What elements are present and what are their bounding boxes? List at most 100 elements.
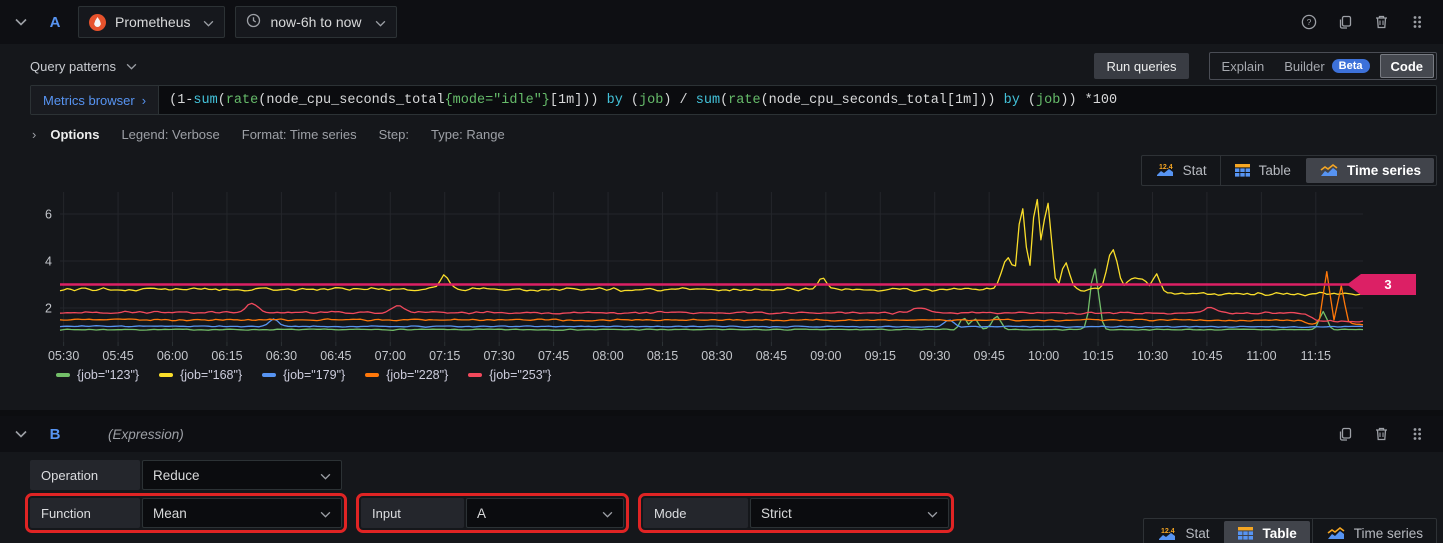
series-line-3 [59,270,1364,326]
mode-label: Mode [643,498,748,528]
builder-toggle[interactable]: Builder Beta [1274,54,1379,78]
datasource-picker[interactable]: Prometheus [78,6,226,38]
view-toggle-timeseries[interactable]: Time series [1305,157,1434,183]
expr-token: sum [695,92,721,108]
legend-swatch [56,373,70,377]
y-axis-label: 4 [45,255,52,269]
legend-item[interactable]: {job="253"} [468,368,551,382]
delete-icon[interactable] [1371,424,1391,444]
legend-label: {job="179"} [283,368,346,382]
operation-field-row: Operation Reduce [25,460,1437,490]
prometheus-icon [89,13,106,31]
operation-label: Operation [30,460,140,490]
query-a-actions: ? [1299,12,1433,32]
function-label: Function [30,498,140,528]
view-toggle-stat[interactable]: 12.4 Stat [1144,519,1222,543]
query-ref-id: A [49,13,61,31]
help-icon[interactable]: ? [1299,12,1319,32]
x-axis-label: 10:00 [1028,349,1059,363]
legend-item[interactable]: {job="228"} [365,368,448,382]
options-legend-summary: Legend: Verbose [121,126,220,142]
promql-expression[interactable]: (1- sum(rate(node_cpu_seconds_total {mode=… [159,86,1436,114]
query-box: Metrics browser › (1- sum(rate(node_cpu_s… [30,85,1437,115]
metrics-browser-link[interactable]: Metrics browser › [31,86,160,114]
chevron-down-icon [320,468,331,483]
input-value: A [477,505,487,521]
input-select[interactable]: A [466,498,624,528]
x-axis-label: 06:15 [211,349,242,363]
beta-badge: Beta [1331,59,1370,73]
expr-token: by [606,92,623,108]
chevron-down-icon [320,506,331,521]
time-range-picker[interactable]: now-6h to now [235,6,397,38]
view-toggle-timeseries[interactable]: Time series [1311,519,1436,543]
view-toggle-table[interactable]: Table [1219,155,1304,185]
explain-toggle[interactable]: Explain [1212,54,1275,78]
expression-subtitle: (Expression) [108,426,184,442]
timeseries-chart: 2 4 6 05:30 05:45 06:00 06:15 06:30 06:45 07:00 07… [45,192,1416,363]
legend-item[interactable]: {job="123"} [56,368,139,382]
collapse-chevron-icon[interactable] [10,423,32,445]
view-toggle-table[interactable]: Table [1224,521,1310,543]
expr-token: ( [720,92,729,108]
collapse-chevron-icon[interactable] [10,11,32,33]
x-axis-label: 08:15 [647,349,678,363]
options-label: Options [50,126,100,142]
chevron-down-icon [203,14,214,30]
x-axis-label: 09:30 [919,349,950,363]
expr-token: ( [1019,92,1037,108]
x-axis-label: 06:45 [320,349,351,363]
mode-select[interactable]: Strict [750,498,949,528]
mode-field-highlighted: Mode Strict [638,493,954,533]
expr-token: [1m])) [549,92,607,108]
legend-label: {job="123"} [77,368,140,382]
view-mode-toggle: 12.4 Stat Table Time series [1143,518,1437,543]
chevron-down-icon [375,14,386,30]
x-axis-label: 05:30 [48,349,79,363]
duplicate-icon[interactable] [1335,424,1355,444]
input-field-highlighted: Input A [356,493,629,533]
run-queries-button[interactable]: Run queries [1094,53,1189,79]
legend-item[interactable]: {job="179"} [262,368,345,382]
code-toggle[interactable]: Code [1379,54,1434,78]
x-axis-label: 06:30 [266,349,297,363]
legend-swatch [159,373,174,377]
builder-label: Builder [1284,58,1325,74]
x-axis-label: 11:00 [1246,349,1276,363]
x-axis-label: 10:45 [1191,349,1222,363]
legend-label: {job="168"} [180,368,243,382]
expr-token: ) / [663,92,696,108]
legend-item[interactable]: {job="168"} [159,368,242,382]
svg-text:?: ? [1307,17,1312,27]
expr-token: ( [217,92,226,108]
view-mode-toggle: 12.4 Stat Table Time series [1140,154,1437,186]
query-a-header: A Prometheus now-6h to now ? [0,0,1443,44]
x-axis-label: 09:45 [974,349,1005,363]
view-toggle-stat[interactable]: 12.4 Stat [1142,156,1220,185]
query-patterns-label: Query patterns [30,58,116,74]
x-axis-label: 10:30 [1137,349,1168,363]
x-axis-label: 09:15 [865,349,896,363]
chevron-right-icon: › [141,92,147,108]
x-axis-label: 07:30 [484,349,515,363]
expr-token: (1- [169,92,194,108]
expr-token: )) *100 [1060,92,1118,108]
drag-handle-icon[interactable] [1407,424,1427,444]
x-axis-label: 07:45 [538,349,569,363]
delete-icon[interactable] [1371,12,1391,32]
time-range-label: now-6h to now [270,14,362,30]
options-toggle[interactable]: › Options [32,127,99,142]
legend-swatch [365,373,380,377]
query-patterns-dropdown[interactable]: Query patterns [30,59,137,74]
drag-handle-icon[interactable] [1407,12,1427,32]
expr-token: (node_cpu_seconds_total[1m])) [760,92,1004,108]
function-value: Mean [153,505,187,521]
function-select[interactable]: Mean [142,498,342,528]
alert-query-editor: A Prometheus now-6h to now ? Query patte… [0,0,1443,543]
threshold-handle[interactable] [1347,274,1416,295]
chevron-right-icon: › [32,126,37,142]
operation-select[interactable]: Reduce [142,460,342,490]
expression-b-actions [1335,424,1433,444]
x-axis-label: 07:00 [375,349,406,363]
duplicate-icon[interactable] [1335,12,1355,32]
